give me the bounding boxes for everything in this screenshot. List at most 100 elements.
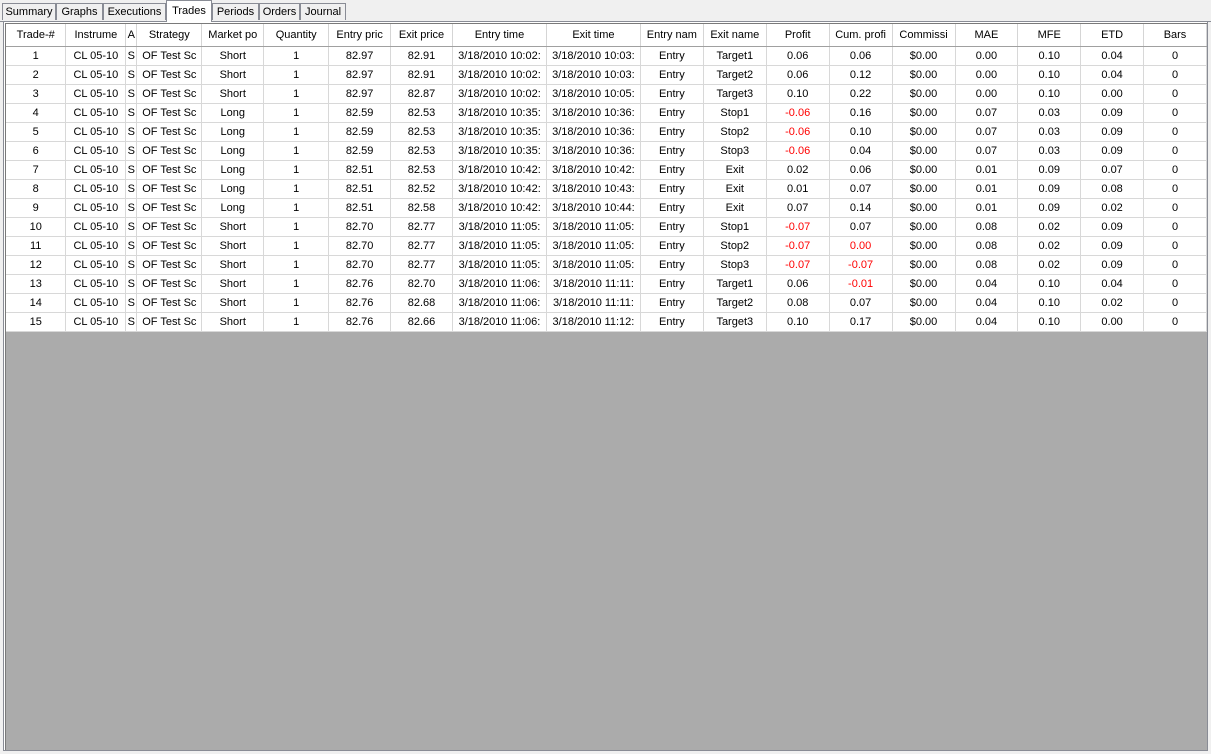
table-cell: 0	[1143, 255, 1207, 275]
column-header[interactable]: Instrume	[65, 24, 127, 47]
table-row[interactable]: 15 CL 05-10 S OF Test Sc Short 1 82.76 82.66 3/1…	[6, 312, 1207, 332]
column-header[interactable]: Market po	[201, 24, 265, 47]
table-cell: 0.04	[955, 293, 1019, 313]
table-cell: 82.70	[390, 274, 453, 294]
table-cell: 0.04	[1080, 65, 1145, 85]
table-cell: $0.00	[892, 160, 956, 180]
table-cell: 82.51	[328, 160, 392, 180]
tab-graphs[interactable]: Graphs	[56, 3, 103, 20]
table-cell: 3/18/2010 11:06:	[452, 293, 547, 313]
column-header[interactable]: Exit time	[546, 24, 641, 47]
table-cell: 82.97	[328, 65, 392, 85]
table-row[interactable]: 9 CL 05-10 S OF Test Sc Long 1 82.51 82.58 3/18/…	[6, 198, 1207, 218]
tab-summary[interactable]: Summary	[2, 3, 56, 20]
table-row[interactable]: 2 CL 05-10 S OF Test Sc Short 1 82.97 82.91 3/18…	[6, 65, 1207, 85]
table-cell: $0.00	[892, 65, 956, 85]
table-cell: 0.10	[766, 312, 830, 332]
table-cell: 82.59	[328, 122, 392, 142]
table-row[interactable]: 13 CL 05-10 S OF Test Sc Short 1 82.76 82.70 3/1…	[6, 274, 1207, 294]
table-cell: 1	[263, 46, 330, 66]
table-cell: CL 05-10	[65, 160, 127, 180]
column-header[interactable]: MAE	[955, 24, 1019, 47]
table-cell: 0	[1143, 179, 1207, 199]
table-cell: 0.22	[829, 84, 893, 104]
table-cell: 0.06	[766, 46, 830, 66]
table-cell: 0.10	[1017, 46, 1082, 66]
table-cell: 0.10	[1017, 312, 1082, 332]
header-row: Trade-# Instrume A Strategy Market po Quantit…	[6, 24, 1207, 47]
tab-journal[interactable]: Journal	[300, 3, 346, 20]
table-cell: Exit	[703, 179, 767, 199]
table-row[interactable]: 3 CL 05-10 S OF Test Sc Short 1 82.97 82.87 3/18…	[6, 84, 1207, 104]
table-cell: 3/18/2010 10:35:	[452, 103, 547, 123]
tab-executions[interactable]: Executions	[103, 3, 166, 20]
column-header[interactable]: MFE	[1017, 24, 1082, 47]
table-cell: 0.08	[955, 236, 1019, 256]
column-header[interactable]: Bars	[1143, 24, 1207, 47]
column-header[interactable]: Commissi	[892, 24, 956, 47]
table-cell: 0.07	[766, 198, 830, 218]
column-header[interactable]: Profit	[766, 24, 830, 47]
table-cell: -0.06	[766, 103, 830, 123]
table-row[interactable]: 1 CL 05-10 S OF Test Sc Short 1 82.97 82.91 3/18…	[6, 46, 1207, 66]
table-cell: Entry	[640, 65, 704, 85]
table-cell: $0.00	[892, 179, 956, 199]
table-cell: 82.91	[390, 65, 453, 85]
table-cell: OF Test Sc	[136, 84, 203, 104]
table-cell: 0.08	[955, 217, 1019, 237]
table-cell: Entry	[640, 217, 704, 237]
column-header[interactable]: Exit name	[703, 24, 767, 47]
table-cell: Entry	[640, 46, 704, 66]
tab-orders[interactable]: Orders	[259, 3, 300, 20]
table-row[interactable]: 6 CL 05-10 S OF Test Sc Long 1 82.59 82.53 3/18/…	[6, 141, 1207, 161]
column-header[interactable]: Entry time	[452, 24, 547, 47]
table-cell: 82.51	[328, 179, 392, 199]
table-cell: Entry	[640, 103, 704, 123]
table-row[interactable]: 11 CL 05-10 S OF Test Sc Short 1 82.70 82.77 3/1…	[6, 236, 1207, 256]
table-cell: 5	[6, 122, 67, 142]
table-cell: 0.04	[829, 141, 893, 161]
table-cell: 1	[263, 103, 330, 123]
table-cell: Short	[201, 65, 265, 85]
tab-periods[interactable]: Periods	[212, 3, 259, 20]
table-cell: 3/18/2010 11:05:	[546, 217, 641, 237]
table-cell: 0.08	[1080, 179, 1145, 199]
table-cell: $0.00	[892, 46, 956, 66]
column-header[interactable]: ETD	[1080, 24, 1145, 47]
column-header[interactable]: Entry pric	[328, 24, 392, 47]
table-row[interactable]: 5 CL 05-10 S OF Test Sc Long 1 82.59 82.53 3/18/…	[6, 122, 1207, 142]
table-cell: Target2	[703, 293, 767, 313]
column-header[interactable]: Strategy	[136, 24, 203, 47]
table-cell: 82.59	[328, 141, 392, 161]
column-header[interactable]: A	[125, 24, 138, 47]
column-header[interactable]: Entry nam	[640, 24, 704, 47]
table-row[interactable]: 14 CL 05-10 S OF Test Sc Short 1 82.76 82.68 3/1…	[6, 293, 1207, 313]
column-header[interactable]: Exit price	[390, 24, 453, 47]
table-cell: S	[125, 255, 138, 275]
table-cell: 82.91	[390, 46, 453, 66]
table-cell: 0.08	[766, 293, 830, 313]
table-cell: 3/18/2010 11:05:	[452, 236, 547, 256]
column-header[interactable]: Quantity	[263, 24, 330, 47]
table-cell: 4	[6, 103, 67, 123]
table-cell: 1	[263, 255, 330, 275]
table-cell: -0.07	[766, 255, 830, 275]
table-row[interactable]: 8 CL 05-10 S OF Test Sc Long 1 82.51 82.52 3/18/…	[6, 179, 1207, 199]
table-cell: 82.70	[328, 236, 392, 256]
table-row[interactable]: 4 CL 05-10 S OF Test Sc Long 1 82.59 82.53 3/18/…	[6, 103, 1207, 123]
table-row[interactable]: 10 CL 05-10 S OF Test Sc Short 1 82.70 82.77 3/1…	[6, 217, 1207, 237]
table-cell: $0.00	[892, 274, 956, 294]
table-cell: 0.06	[829, 46, 893, 66]
table-cell: 3/18/2010 10:36:	[546, 141, 641, 161]
column-header[interactable]: Trade-#	[6, 24, 67, 47]
table-cell: 0.04	[955, 274, 1019, 294]
table-cell: Short	[201, 84, 265, 104]
tab-trades[interactable]: Trades	[166, 0, 212, 22]
table-cell: 15	[6, 312, 67, 332]
table-row[interactable]: 7 CL 05-10 S OF Test Sc Long 1 82.51 82.53 3/18/…	[6, 160, 1207, 180]
table-cell: OF Test Sc	[136, 198, 203, 218]
trades-grid[interactable]: Trade-# Instrume A Strategy Market po Quantit…	[5, 23, 1207, 750]
column-header[interactable]: Cum. profi	[829, 24, 893, 47]
table-cell: Short	[201, 217, 265, 237]
table-row[interactable]: 12 CL 05-10 S OF Test Sc Short 1 82.70 82.77 3/1…	[6, 255, 1207, 275]
